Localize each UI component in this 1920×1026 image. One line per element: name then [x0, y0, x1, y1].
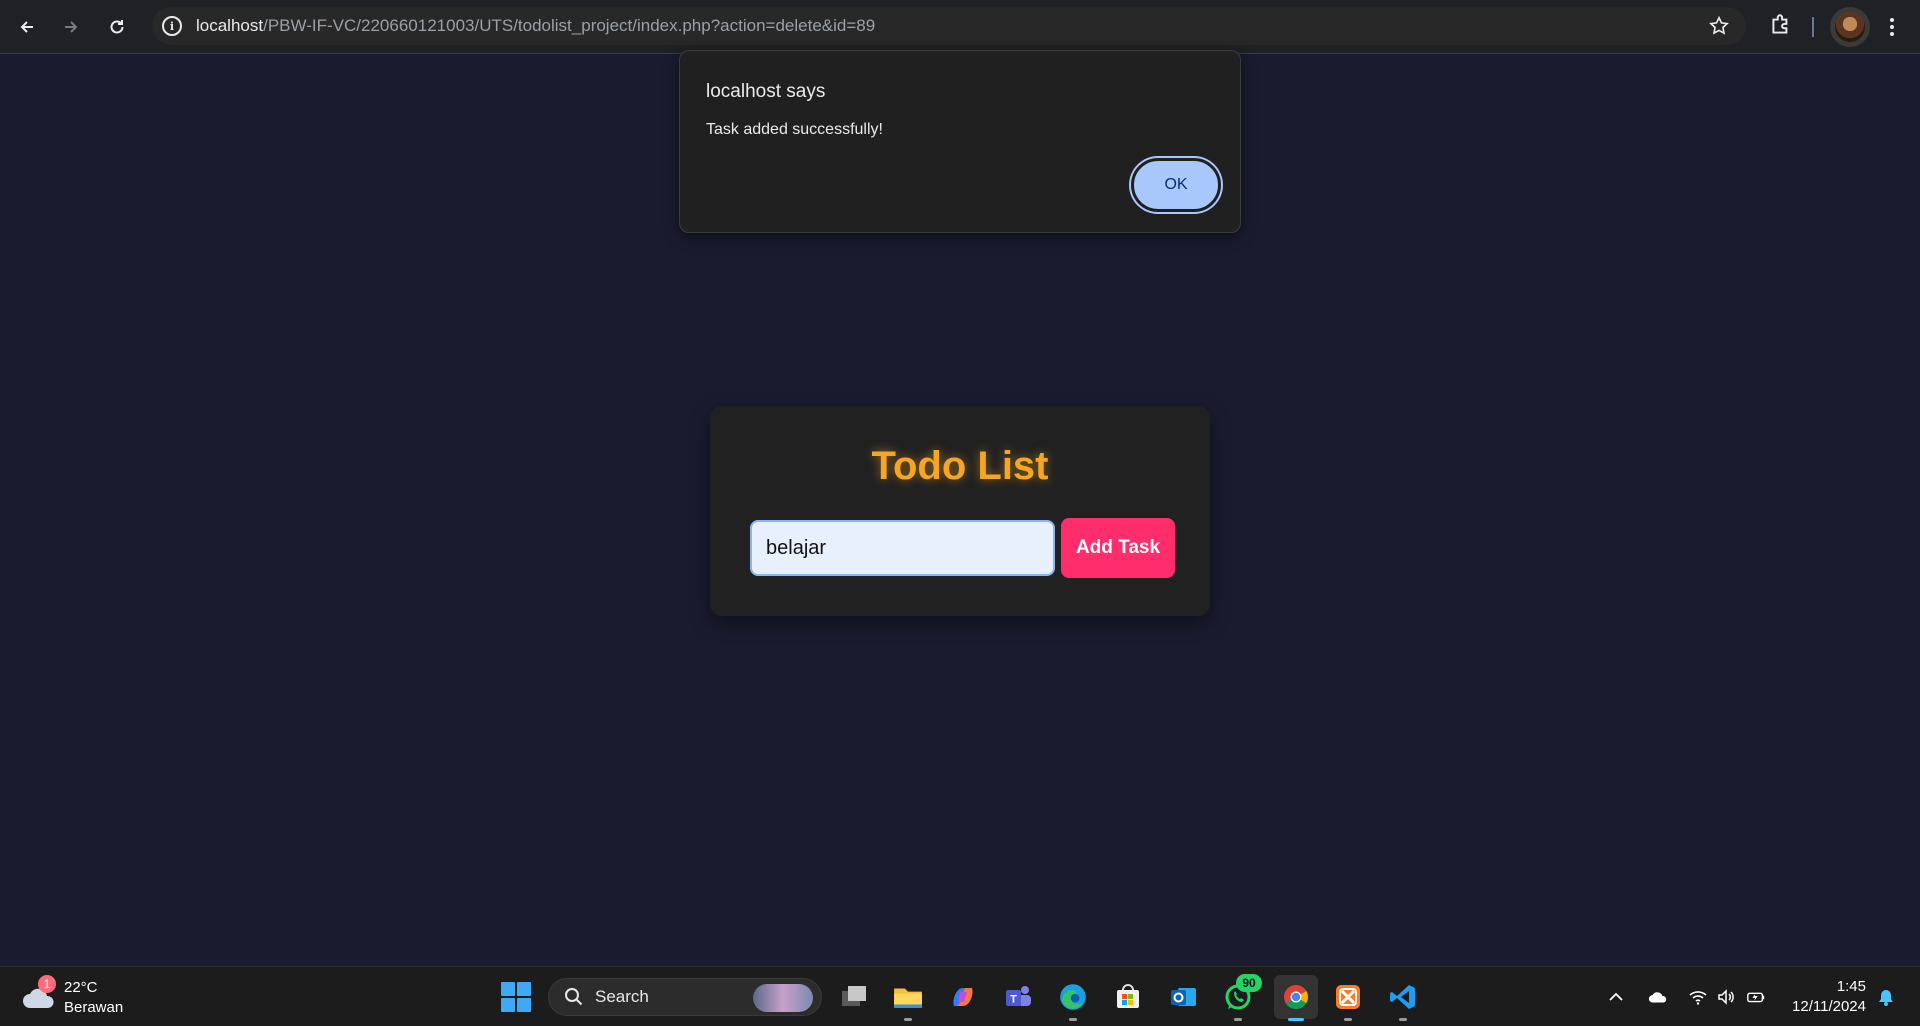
- clock-date: 12/11/2024: [1792, 998, 1866, 1015]
- file-explorer-icon[interactable]: [890, 979, 926, 1021]
- address-bar[interactable]: i localhost/PBW-IF-VC/220660121003/UTS/t…: [152, 7, 1746, 45]
- dialog-title: localhost says: [706, 81, 826, 102]
- search-label: Search: [595, 987, 649, 1006]
- copilot-icon[interactable]: [945, 979, 981, 1015]
- url-host: localhost: [196, 16, 264, 35]
- back-arrow-icon: [20, 21, 33, 33]
- volume-icon[interactable]: [1716, 987, 1736, 1007]
- teams-icon[interactable]: T: [1000, 979, 1036, 1015]
- reload-button[interactable]: [101, 11, 133, 43]
- onedrive-icon[interactable]: [1648, 987, 1668, 1007]
- windows-start-icon[interactable]: [501, 982, 531, 1012]
- system-clock[interactable]: 1:45 12/11/2024: [1786, 977, 1866, 1017]
- browser-menu-icon[interactable]: [1882, 13, 1902, 41]
- url-path: /PBW-IF-VC/220660121003/UTS/todolist_pro…: [263, 16, 876, 35]
- extensions-icon[interactable]: [1768, 12, 1794, 38]
- dialog-message: Task added successfully!: [706, 121, 883, 138]
- outlook-icon[interactable]: [1165, 979, 1201, 1015]
- battery-icon[interactable]: [1746, 987, 1766, 1007]
- profile-avatar[interactable]: [1830, 7, 1870, 47]
- add-task-button[interactable]: Add Task: [1061, 518, 1175, 578]
- chevron-up-icon[interactable]: [1606, 987, 1626, 1007]
- svg-text:T: T: [1010, 994, 1017, 1006]
- forward-button[interactable]: [55, 11, 87, 43]
- taskbar-search[interactable]: Search: [548, 978, 822, 1016]
- taskbar: 1 22°C Berawan Search T 90 1:45 12/11/20…: [0, 966, 1920, 1026]
- temperature: 22°C: [64, 979, 98, 996]
- reload-icon: [110, 20, 124, 34]
- weather-condition: Berawan: [64, 999, 124, 1016]
- todo-card: Todo List Add Task: [710, 406, 1210, 616]
- whatsapp-unread-badge: 90: [1236, 974, 1262, 992]
- notification-bell-icon[interactable]: [1876, 987, 1896, 1007]
- browser-toolbar: i localhost/PBW-IF-VC/220660121003/UTS/t…: [0, 0, 1920, 54]
- search-highlight-image: [753, 984, 813, 1012]
- alert-dialog: localhost says Task added successfully! …: [679, 50, 1241, 233]
- page-title: Todo List: [871, 444, 1049, 488]
- ok-button[interactable]: OK: [1131, 158, 1221, 212]
- weather-alert-badge: 1: [38, 975, 56, 993]
- search-icon: [565, 988, 583, 1006]
- chrome-icon[interactable]: [1274, 975, 1318, 1021]
- xampp-icon[interactable]: [1330, 979, 1366, 1021]
- task-view-icon[interactable]: [836, 979, 872, 1015]
- forward-arrow-icon: [65, 21, 78, 33]
- weather-widget[interactable]: 1 22°C Berawan: [22, 975, 162, 1019]
- toolbar-separator: [1812, 17, 1814, 37]
- task-input[interactable]: [750, 520, 1055, 576]
- site-info-icon[interactable]: i: [162, 16, 182, 36]
- clock-time: 1:45: [1836, 978, 1866, 995]
- edge-icon[interactable]: [1055, 979, 1091, 1021]
- back-button[interactable]: [11, 11, 43, 43]
- store-icon[interactable]: [1110, 979, 1146, 1015]
- bookmark-star-icon[interactable]: [1708, 15, 1730, 37]
- vscode-icon[interactable]: [1385, 979, 1421, 1021]
- wifi-icon[interactable]: [1688, 987, 1708, 1007]
- url-text: localhost/PBW-IF-VC/220660121003/UTS/tod…: [196, 16, 875, 36]
- avatar-image: [1835, 12, 1865, 42]
